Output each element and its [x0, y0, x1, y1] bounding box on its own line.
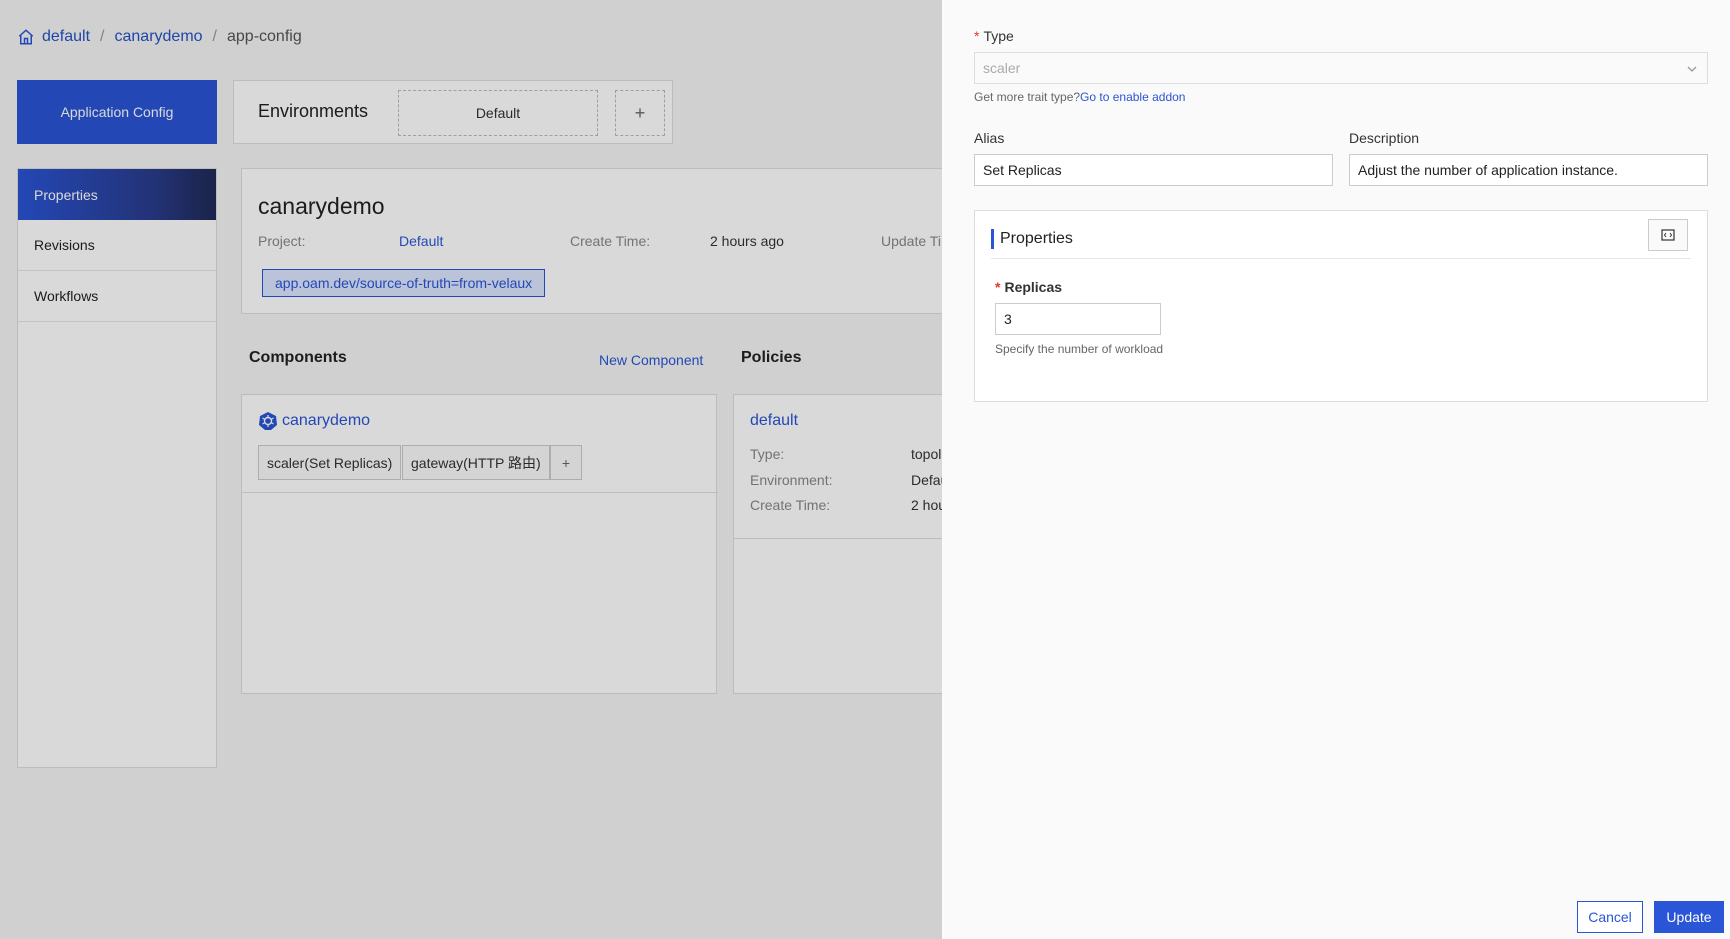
required-mark: *	[974, 28, 980, 44]
component-name[interactable]: canarydemo	[258, 411, 370, 431]
policies-panel: default Type: topol Environment: Defau C…	[733, 394, 954, 694]
required-mark: *	[995, 279, 1001, 295]
component-card: canarydemo scaler(Set Replicas) gateway(…	[242, 395, 718, 493]
policy-type-value: topol	[911, 446, 942, 462]
trait-scaler[interactable]: scaler(Set Replicas)	[258, 445, 402, 480]
create-time-label: Create Time:	[570, 233, 651, 249]
home-icon[interactable]	[17, 28, 35, 46]
enable-addon-link[interactable]: Go to enable addon	[1080, 90, 1185, 104]
environment-default-tab[interactable]: Default	[398, 90, 598, 136]
components-title: Components	[249, 349, 347, 366]
alias-input[interactable]: Set Replicas	[974, 154, 1333, 186]
properties-title: Properties	[991, 229, 1073, 249]
type-label: * Type	[974, 28, 1014, 44]
application-config-button[interactable]: Application Config	[17, 80, 217, 144]
policy-name[interactable]: default	[750, 412, 798, 430]
breadcrumb-separator: /	[212, 28, 217, 45]
breadcrumb-current: app-config	[227, 28, 302, 45]
new-component-link[interactable]: New Component	[599, 352, 703, 368]
add-environment-button[interactable]: +	[615, 90, 665, 136]
trait-gateway[interactable]: gateway(HTTP 路由)	[402, 445, 550, 480]
alias-label: Alias	[974, 130, 1005, 146]
breadcrumb-canarydemo[interactable]: canarydemo	[115, 28, 203, 46]
add-trait-button[interactable]: +	[550, 445, 582, 480]
replicas-hint: Specify the number of workload	[995, 342, 1164, 356]
application-name: canarydemo	[258, 193, 385, 219]
project-label: Project:	[258, 233, 306, 249]
policy-env-label: Environment:	[750, 472, 833, 488]
properties-divider	[991, 258, 1691, 259]
project-link[interactable]: Default	[399, 233, 443, 249]
component-name-label: canarydemo	[282, 412, 371, 429]
breadcrumb-separator: /	[100, 28, 105, 45]
policy-create-label: Create Time:	[750, 497, 831, 513]
sidenav-item-revisions[interactable]: Revisions	[18, 220, 216, 271]
policy-type-label: Type:	[750, 446, 785, 462]
application-card: canarydemo Project: Default Create Time:…	[241, 168, 951, 314]
type-select-value: scaler	[983, 60, 1021, 76]
trait-edit-drawer: * Type scaler Get more trait type?Go to e…	[942, 0, 1730, 939]
breadcrumb: default / canarydemo / app-config	[17, 26, 302, 48]
replicas-label: * Replicas	[995, 279, 1063, 295]
environments-title: Environments	[258, 101, 369, 121]
cancel-button[interactable]: Cancel	[1577, 901, 1643, 933]
sidenav-item-properties[interactable]: Properties	[18, 169, 216, 220]
create-time-value: 2 hours ago	[710, 233, 784, 249]
type-select[interactable]: scaler	[974, 52, 1708, 84]
replicas-input[interactable]: 3	[995, 303, 1161, 335]
type-hint: Get more trait type?Go to enable addon	[974, 90, 1186, 104]
update-button[interactable]: Update	[1654, 901, 1724, 933]
environments-box: Environments Default +	[233, 80, 673, 144]
properties-panel: Properties * Replicas 3 Specify the numbe…	[974, 210, 1708, 402]
label-tag[interactable]: app.oam.dev/source-of-truth=from-velaux	[262, 269, 546, 297]
breadcrumb-default[interactable]: default	[42, 28, 90, 46]
description-label: Description	[1349, 130, 1420, 146]
policies-title: Policies	[741, 349, 802, 366]
code-icon	[1661, 229, 1675, 241]
description-input[interactable]: Adjust the number of application instanc…	[1349, 154, 1708, 186]
components-panel: canarydemo scaler(Set Replicas) gateway(…	[241, 394, 718, 694]
kubernetes-icon	[259, 412, 277, 430]
code-view-button[interactable]	[1648, 219, 1688, 251]
policy-card: default Type: topol Environment: Defau C…	[734, 395, 954, 539]
sidenav-item-workflows[interactable]: Workflows	[18, 271, 216, 322]
update-time-label: Update Ti	[881, 233, 941, 249]
chevron-down-icon	[1687, 66, 1697, 72]
policy-create-value: 2 hou	[911, 497, 947, 513]
side-navigation: Properties Revisions Workflows	[17, 168, 217, 768]
